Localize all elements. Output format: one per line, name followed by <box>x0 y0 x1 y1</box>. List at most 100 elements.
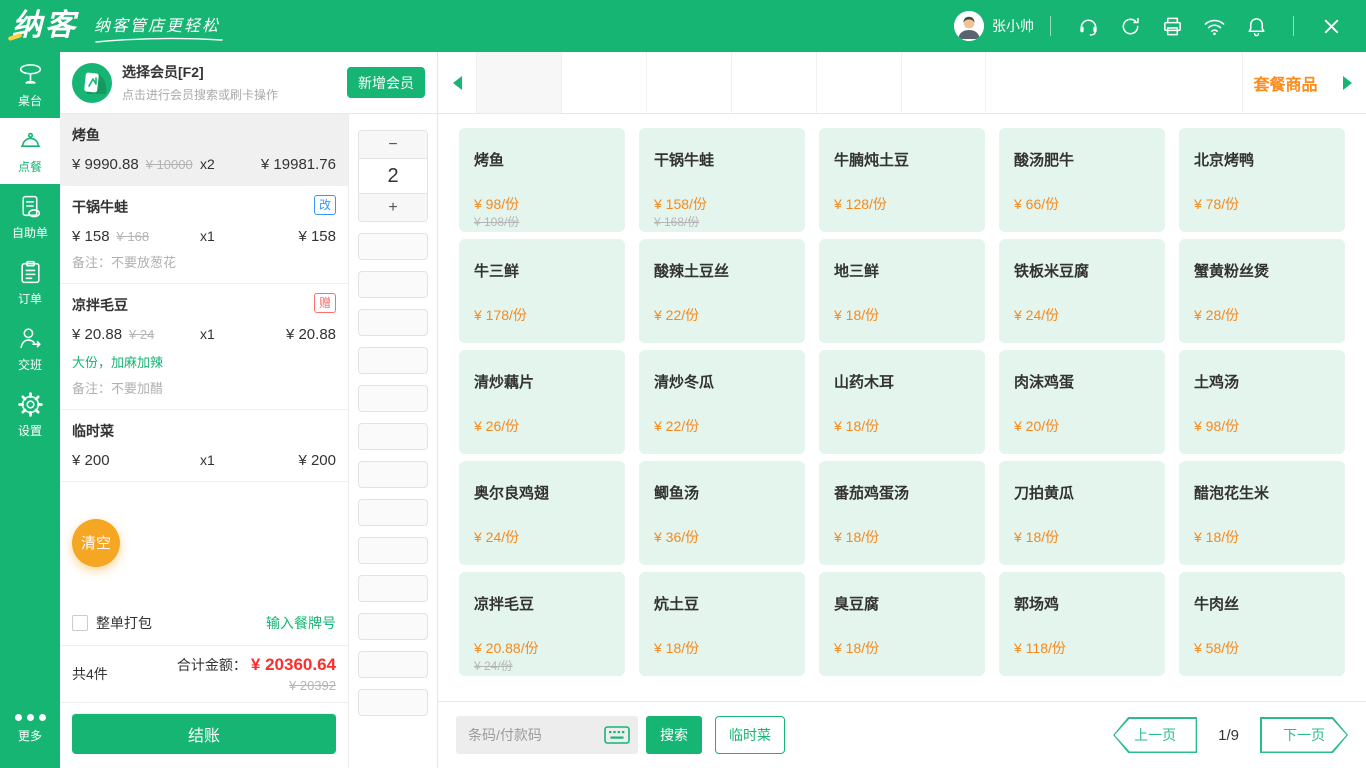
shift-icon <box>17 325 44 352</box>
order-item[interactable]: 凉拌毛豆 赠 ¥ 20.88 ¥ 24 x1 ¥ 20.88 大份，加麻加辣 备… <box>60 284 348 410</box>
totals: 合计金额：¥ 20360.64 ¥ 20392 <box>177 655 336 693</box>
menu-item-card[interactable]: 炕土豆 ¥ 18/份 <box>639 572 805 676</box>
action-button[interactable] <box>358 613 428 640</box>
menu-item-card[interactable]: 土鸡汤 ¥ 98/份 <box>1179 350 1345 454</box>
sidebar-item-table[interactable]: 桌台 <box>0 52 60 118</box>
keyboard-icon[interactable] <box>604 726 630 744</box>
order-item[interactable]: 干锅牛蛙 改 ¥ 158 ¥ 168 x1 ¥ 158 备注：不要放葱花 <box>60 186 348 284</box>
menu-item-card[interactable]: 刀拍黄瓜 ¥ 18/份 <box>999 461 1165 565</box>
tab-素菜[interactable] <box>731 52 816 113</box>
order-item-total: ¥ 19981.76 <box>250 156 336 173</box>
action-button[interactable] <box>358 651 428 678</box>
action-button[interactable] <box>358 537 428 564</box>
tabs-scroll-left-button[interactable] <box>438 52 476 113</box>
user-area: 张小帅 <box>954 6 1352 46</box>
tab-火锅[interactable] <box>561 52 646 113</box>
menu-item-card[interactable]: 烤鱼 ¥ 98/份 ¥ 108/份 <box>459 128 625 232</box>
temp-dish-button[interactable]: 临时菜 <box>715 716 785 754</box>
tab-全部[interactable] <box>476 52 561 113</box>
menu-item-price: ¥ 18/份 <box>834 638 879 658</box>
menu-item-price: ¥ 18/份 <box>1194 527 1239 547</box>
menu-item-card[interactable]: 地三鲜 ¥ 18/份 <box>819 239 985 343</box>
add-member-button[interactable]: 新增会员 <box>347 67 425 98</box>
next-page-button[interactable]: 下一页 <box>1260 717 1348 753</box>
menu-item-card[interactable]: 北京烤鸭 ¥ 78/份 <box>1179 128 1345 232</box>
menu-item-card[interactable]: 奥尔良鸡翅 ¥ 24/份 <box>459 461 625 565</box>
order-item-modifiers: 大份，加麻加辣 <box>72 352 336 371</box>
menu-item-card[interactable]: 清炒冬瓜 ¥ 22/份 <box>639 350 805 454</box>
order-item[interactable]: 临时菜 ¥ 200 x1 ¥ 200 <box>60 410 348 482</box>
action-button[interactable] <box>358 575 428 602</box>
prev-page-button[interactable]: 上一页 <box>1113 717 1197 753</box>
menu-item-card[interactable]: 铁板米豆腐 ¥ 24/份 <box>999 239 1165 343</box>
total-original: ¥ 20392 <box>177 678 336 693</box>
sync-icon[interactable] <box>1109 6 1151 46</box>
menu-item-name: 酸辣土豆丝 <box>654 260 795 281</box>
tab-汤类[interactable] <box>816 52 901 113</box>
order-item[interactable]: 烤鱼 ¥ 9990.88 ¥ 10000 x2 ¥ 19981.76 <box>60 114 348 186</box>
action-button[interactable] <box>358 233 428 260</box>
pack-checkbox[interactable] <box>72 615 88 631</box>
member-card-icon[interactable] <box>72 63 112 103</box>
member-select[interactable]: 选择会员[F2] 点击进行会员搜索或刷卡操作 <box>122 62 278 103</box>
menu-item-card[interactable]: 酸汤肥牛 ¥ 66/份 <box>999 128 1165 232</box>
menu-item-card[interactable]: 番茄鸡蛋汤 ¥ 18/份 <box>819 461 985 565</box>
menu-item-card[interactable]: 清炒藕片 ¥ 26/份 <box>459 350 625 454</box>
menu-item-card[interactable]: 牛三鲜 ¥ 178/份 <box>459 239 625 343</box>
menu-item-price: ¥ 22/份 <box>654 416 699 436</box>
menu-item-card[interactable]: 凉拌毛豆 ¥ 20.88/份 ¥ 24/份 <box>459 572 625 676</box>
sidebar-item-selforder[interactable]: 自助单 <box>0 184 60 250</box>
tabs-scroll-right-button[interactable] <box>1328 52 1366 113</box>
menu-item-card[interactable]: 郭场鸡 ¥ 118/份 <box>999 572 1165 676</box>
menu-item-card[interactable]: 肉沫鸡蛋 ¥ 20/份 <box>999 350 1165 454</box>
search-button[interactable]: 搜索 <box>646 716 702 754</box>
menu-item-card[interactable]: 鲫鱼汤 ¥ 36/份 <box>639 461 805 565</box>
menu-item-price: ¥ 98/份 <box>1194 416 1239 436</box>
tab-荤菜[interactable] <box>646 52 731 113</box>
action-button[interactable] <box>358 461 428 488</box>
action-button[interactable] <box>358 271 428 298</box>
menu-item-price: ¥ 18/份 <box>834 527 879 547</box>
menu-item-card[interactable]: 山药木耳 ¥ 18/份 <box>819 350 985 454</box>
menu-item-price: ¥ 128/份 <box>834 194 887 214</box>
action-button[interactable] <box>358 347 428 374</box>
menu-item-name: 刀拍黄瓜 <box>1014 482 1155 503</box>
plus-button[interactable]: + <box>359 194 427 221</box>
sidebar-item-orderlist[interactable]: 订单 <box>0 250 60 316</box>
chevron-left-icon <box>453 76 462 90</box>
tab-凉菜[interactable] <box>901 52 986 113</box>
brand-logo: 纳客 纳客管店更轻松 <box>12 10 220 42</box>
table-number-link[interactable]: 输入餐牌号 <box>266 613 336 633</box>
action-button[interactable] <box>358 309 428 336</box>
printer-icon[interactable] <box>1151 6 1193 46</box>
close-icon[interactable] <box>1310 6 1352 46</box>
support-headset-icon[interactable] <box>1067 6 1109 46</box>
menu-item-card[interactable]: 醋泡花生米 ¥ 18/份 <box>1179 461 1345 565</box>
tab-combo-products[interactable]: 套餐商品 <box>1242 52 1328 113</box>
minus-button[interactable]: − <box>359 131 427 158</box>
clear-order-button[interactable]: 清空 <box>72 519 120 567</box>
menu-item-card[interactable]: 牛肉丝 ¥ 58/份 <box>1179 572 1345 676</box>
menu-item-card[interactable]: 蟹黄粉丝煲 ¥ 28/份 <box>1179 239 1345 343</box>
bottom-bar: 搜索 临时菜 上一页 1/9 下一页 <box>438 701 1366 768</box>
barcode-input[interactable] <box>468 727 604 743</box>
action-button[interactable] <box>358 385 428 412</box>
menu-item-card[interactable]: 臭豆腐 ¥ 18/份 <box>819 572 985 676</box>
bell-icon[interactable] <box>1235 6 1277 46</box>
sidebar-item-cloche[interactable]: 点餐 <box>0 118 60 184</box>
action-button[interactable] <box>358 423 428 450</box>
action-button[interactable] <box>358 689 428 716</box>
menu-item-card[interactable]: 干锅牛蛙 ¥ 158/份 ¥ 168/份 <box>639 128 805 232</box>
brand-tagline: 纳客管店更轻松 <box>94 12 220 44</box>
action-button[interactable] <box>358 499 428 526</box>
menu-item-card[interactable]: 酸辣土豆丝 ¥ 22/份 <box>639 239 805 343</box>
order-item-price: ¥ 20.88 <box>72 326 122 343</box>
avatar[interactable] <box>954 11 984 41</box>
sidebar-item-more[interactable]: 更多 <box>0 700 60 758</box>
topbar-divider <box>1050 16 1051 36</box>
menu-item-card[interactable]: 牛腩炖土豆 ¥ 128/份 <box>819 128 985 232</box>
sidebar-item-shift[interactable]: 交班 <box>0 316 60 382</box>
checkout-button[interactable]: 结账 <box>72 713 336 754</box>
wifi-icon[interactable] <box>1193 6 1235 46</box>
sidebar-item-gear[interactable]: 设置 <box>0 382 60 448</box>
